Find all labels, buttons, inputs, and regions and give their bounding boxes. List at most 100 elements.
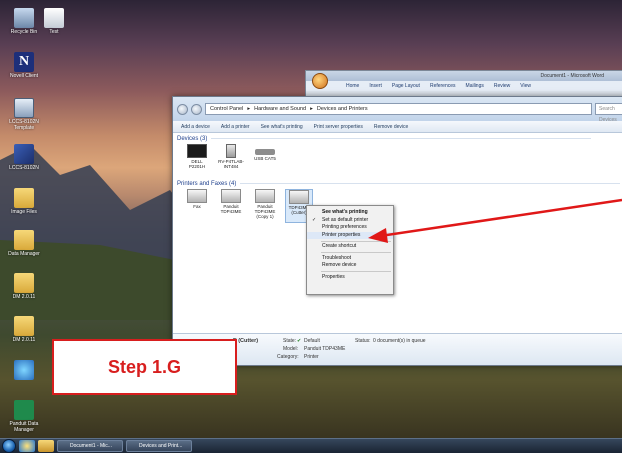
monitor-icon — [187, 144, 207, 158]
printer-context-menu: See what's printing ✓ Set as default prin… — [306, 205, 394, 295]
image-files-folder-icon[interactable]: Image Files — [2, 188, 46, 215]
status-label: Status: — [355, 338, 371, 344]
desktop-icon-label: Panduit Data Manager — [9, 421, 39, 433]
search-input[interactable]: Search Devices — [595, 103, 622, 123]
device-label: DELL P2201H — [188, 159, 206, 169]
device-label: RV-P4TLAB-INT484 — [218, 159, 244, 169]
taskbar-word-button[interactable]: Document1 - Mic... — [57, 440, 123, 452]
printer-icon — [255, 189, 275, 203]
panduit-data-manager-icon[interactable]: Panduit Data Manager — [2, 400, 46, 433]
desktop-icon-label: LCCS-8102N — [9, 165, 39, 171]
folder-icon — [14, 273, 34, 293]
check-icon: ✓ — [312, 216, 317, 223]
word-ribbon-tabs: Home Insert Page Layout References Maili… — [306, 81, 622, 91]
status-value: 0 document(s) in queue — [373, 338, 426, 344]
dm-2011-folder-icon-2[interactable]: DM 2.0.11 — [2, 316, 46, 343]
tab-view[interactable]: View — [520, 81, 531, 91]
office-button-icon[interactable] — [312, 73, 328, 89]
fax-icon — [187, 189, 207, 203]
menu-separator — [321, 271, 391, 272]
remove-device-button[interactable]: Remove device — [374, 121, 408, 132]
dm-2011-folder-icon[interactable]: DM 2.0.11 — [2, 273, 46, 300]
printer-icon — [221, 189, 241, 203]
desktop-icon-label: Novell Client — [9, 73, 39, 79]
menu-remove-device[interactable]: Remove device — [307, 262, 393, 270]
printer-tdp43me[interactable]: Panduit TDP43ME — [217, 189, 245, 223]
taskbar: Document1 - Mic... Devices and Print... — [0, 438, 622, 453]
desktop-icon-label: Image Files — [11, 209, 37, 215]
novell-client-icon[interactable]: N Novell Client — [2, 52, 46, 79]
template-shortcut-icon[interactable]: LCCS-8102N Template — [2, 98, 46, 131]
add-printer-button[interactable]: Add a printer — [221, 121, 250, 132]
document-glyph — [44, 8, 64, 28]
devices-group-header[interactable]: Devices (3) — [173, 133, 622, 144]
menu-printing-preferences[interactable]: Printing preferences — [307, 224, 393, 232]
tab-review[interactable]: Review — [494, 81, 510, 91]
device-computer[interactable]: RV-P4TLAB-INT484 — [217, 144, 245, 178]
tab-home[interactable]: Home — [346, 81, 359, 91]
menu-create-shortcut[interactable]: Create shortcut — [307, 243, 393, 251]
devices-list: DELL P2201H RV-P4TLAB-INT484 USB CAT5 — [173, 144, 622, 178]
printers-group-header[interactable]: Printers and Faxes (4) — [173, 178, 622, 189]
tab-mailings[interactable]: Mailings — [466, 81, 484, 91]
breadcrumb-control-panel[interactable]: Control Panel — [210, 104, 243, 114]
menu-properties[interactable]: Properties — [307, 274, 393, 282]
start-button-icon[interactable] — [2, 439, 16, 453]
panduit-glyph — [14, 400, 34, 420]
add-device-button[interactable]: Add a device — [181, 121, 210, 132]
keyboard-icon — [255, 149, 275, 155]
test-shortcut-icon[interactable]: Test — [32, 8, 76, 35]
see-whats-printing-button[interactable]: See what's printing — [261, 121, 303, 132]
desktop-icon-label: LCCS-8102N Template — [9, 119, 39, 131]
printer-fax[interactable]: Fax — [183, 189, 211, 223]
tab-insert[interactable]: Insert — [369, 81, 382, 91]
menu-set-default-printer[interactable]: ✓ Set as default printer — [307, 217, 393, 225]
word-title: Document1 - Microsoft Word — [306, 71, 622, 81]
printer-icon — [289, 190, 309, 204]
menu-troubleshoot[interactable]: Troubleshoot — [307, 255, 393, 263]
menu-see-whats-printing[interactable]: See what's printing — [307, 209, 393, 217]
forward-button[interactable] — [191, 103, 202, 115]
folder-icon — [14, 316, 34, 336]
menu-separator — [321, 252, 391, 253]
printers-list: Fax Panduit TDP43ME Panduit TDP43ME (Cop… — [173, 189, 622, 223]
device-monitor[interactable]: DELL P2201H — [183, 144, 211, 178]
print-server-properties-button[interactable]: Print server properties — [314, 121, 363, 132]
tab-references[interactable]: References — [430, 81, 456, 91]
breadcrumb-devices-printers[interactable]: Devices and Printers — [317, 104, 368, 114]
menu-item-label: Properties — [322, 273, 345, 280]
desktop-icon-label: DM 2.0.11 — [12, 337, 36, 343]
address-bar[interactable]: Control Panel ▸ Hardware and Sound ▸ Dev… — [205, 103, 592, 115]
data-manager-folder-icon[interactable]: Data Manager — [2, 230, 46, 257]
devices-and-printers-window[interactable]: Control Panel ▸ Hardware and Sound ▸ Dev… — [172, 96, 622, 366]
network-glyph — [14, 360, 34, 380]
menu-printer-properties[interactable]: Printer properties — [307, 231, 393, 239]
taskbar-devices-button[interactable]: Devices and Print... — [126, 440, 192, 452]
lccs-app-icon[interactable]: LCCS-8102N — [2, 144, 46, 171]
model-value: Panduit TDP43ME — [304, 346, 346, 352]
menu-item-label: Remove device — [322, 262, 357, 268]
state-label: State: — [283, 338, 297, 344]
menu-item-label: Set as default printer — [322, 216, 369, 223]
printer-tdp43me-copy1[interactable]: Panduit TDP43ME (Copy 1) — [251, 189, 279, 223]
category-value: Printer — [304, 354, 319, 360]
tab-page-layout[interactable]: Page Layout — [392, 81, 420, 91]
menu-item-label: Printing preferences — [322, 224, 367, 230]
explorer-icon[interactable] — [38, 440, 54, 452]
device-label: USB CAT5 — [254, 156, 276, 161]
printer-label: Fax — [193, 204, 201, 209]
breadcrumb-separator: ▸ — [310, 106, 313, 112]
device-usb-cat5[interactable]: USB CAT5 — [251, 144, 279, 178]
explorer-navigation-bar: Control Panel ▸ Hardware and Sound ▸ Dev… — [173, 97, 622, 123]
network-app-icon[interactable] — [2, 360, 46, 381]
menu-separator — [321, 240, 391, 242]
menu-item-label: Troubleshoot — [322, 254, 351, 261]
menu-item-label: Printer properties — [322, 231, 361, 238]
ie-icon[interactable] — [19, 440, 35, 452]
template-glyph — [14, 98, 34, 118]
breadcrumb-hardware-sound[interactable]: Hardware and Sound — [254, 104, 306, 114]
back-button[interactable] — [177, 103, 188, 115]
desktop-icon-label: Data Manager — [8, 251, 40, 257]
state-value: Default — [304, 338, 320, 344]
desktop-icon-label: Test — [49, 29, 59, 35]
